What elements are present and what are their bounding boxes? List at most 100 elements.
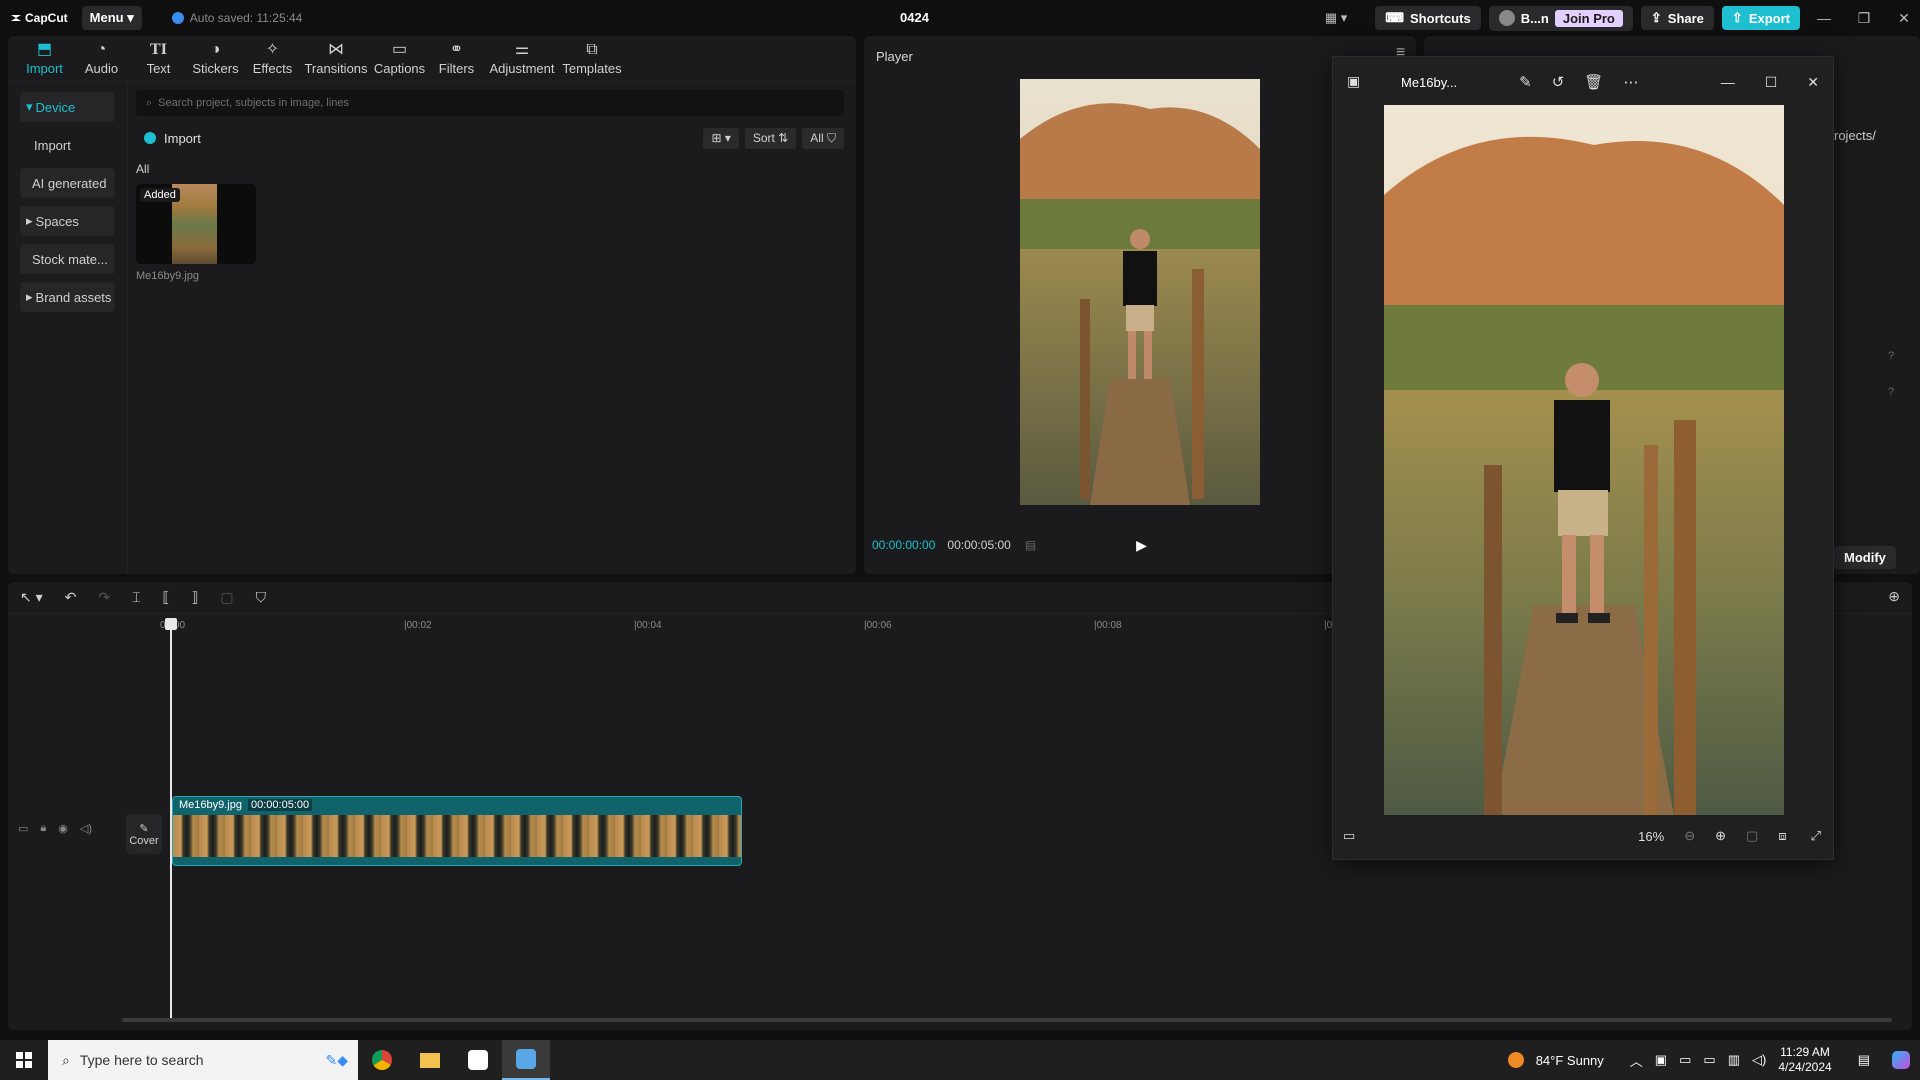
zoom-out-icon[interactable]: ⊖: [1684, 828, 1695, 844]
sidebar-item-ai-generated[interactable]: AI generated: [20, 168, 115, 198]
edit-image-icon[interactable]: ✎: [1519, 73, 1532, 91]
eye-icon[interactable]: ◉: [58, 822, 68, 835]
network-icon[interactable]: ▥: [1728, 1052, 1740, 1068]
sidebar-item-label: Import: [34, 137, 71, 153]
close-icon[interactable]: ✕: [1807, 74, 1819, 91]
timeline-grid-icon[interactable]: ▤: [1025, 538, 1036, 552]
battery-icon[interactable]: ▭: [1703, 1052, 1715, 1068]
gallery-icon[interactable]: ▣: [1347, 73, 1360, 90]
windows-start-icon[interactable]: [0, 1040, 48, 1080]
filter-button[interactable]: All ⛉: [802, 127, 844, 149]
tab-import[interactable]: ⬒ Import: [16, 36, 73, 81]
close-icon[interactable]: ✕: [1888, 10, 1920, 27]
file-explorer-icon[interactable]: [406, 1040, 454, 1080]
tab-stickers[interactable]: ◑ Stickers: [187, 36, 244, 81]
help-icon[interactable]: ?: [1888, 386, 1894, 398]
export-label: Export: [1748, 10, 1790, 26]
clock[interactable]: 11:29 AM 4/24/2024: [1778, 1045, 1831, 1075]
maximize-icon[interactable]: ☐: [1765, 74, 1778, 91]
tab-label: Templates: [562, 61, 622, 76]
delete-icon[interactable]: ▢: [220, 589, 233, 606]
weather-text[interactable]: 84°F Sunny: [1536, 1053, 1604, 1068]
display-icon[interactable]: ▭: [1679, 1052, 1691, 1068]
lock-icon[interactable]: 🔒︎: [40, 822, 46, 835]
menu-label: Menu: [89, 10, 124, 25]
help-icon[interactable]: ?: [1888, 350, 1894, 362]
marker-icon[interactable]: ⛉: [256, 589, 267, 606]
autosave-text: Auto saved: 11:25:44: [189, 11, 303, 25]
speaker-icon[interactable]: ◁): [80, 822, 92, 835]
account-button[interactable]: B...n Join Pro: [1488, 5, 1633, 31]
cloud-saved-icon: [171, 12, 184, 24]
current-timecode: 00:00:00:00: [872, 538, 936, 552]
volume-icon[interactable]: ◁): [1752, 1052, 1766, 1068]
zoom-level[interactable]: 16%: [1638, 829, 1664, 844]
select-tool-icon[interactable]: ↖ ▾: [20, 589, 43, 606]
join-pro-button[interactable]: Join Pro: [1554, 9, 1623, 27]
tab-text[interactable]: TI Text: [130, 36, 187, 81]
rotate-icon[interactable]: ↺: [1552, 73, 1565, 91]
minimize-icon[interactable]: —: [1808, 10, 1840, 26]
tab-filters[interactable]: ⚭ Filters: [428, 36, 485, 81]
split-icon[interactable]: ⌶: [132, 589, 140, 606]
share-icon: ⇪: [1650, 10, 1662, 25]
share-button[interactable]: ⇪ Share: [1640, 6, 1714, 30]
redo-icon[interactable]: ↷: [98, 589, 110, 606]
actual-size-icon[interactable]: ⧈: [1778, 828, 1786, 844]
copilot-icon[interactable]: [1892, 1051, 1910, 1069]
menu-button[interactable]: Menu ▾: [81, 6, 142, 30]
timeline-clip[interactable]: Me16by9.jpg 00:00:05:00: [172, 796, 742, 866]
fit-icon[interactable]: ▢: [1746, 828, 1758, 844]
shortcuts-button[interactable]: ⌨ Shortcuts: [1375, 6, 1481, 30]
view-toggle-button[interactable]: ⊞ ▾: [703, 127, 739, 149]
tab-audio[interactable]: ◔ Audio: [73, 36, 130, 81]
split-left-icon[interactable]: ⟦: [163, 589, 170, 606]
zoom-in-icon[interactable]: ⊕: [1888, 588, 1900, 605]
filmstrip-icon[interactable]: ▭: [1343, 828, 1355, 844]
camera-icon[interactable]: ▣: [1655, 1052, 1667, 1068]
export-button[interactable]: ⇧ Export: [1721, 6, 1800, 30]
media-item[interactable]: Added: [136, 184, 256, 264]
tab-label: Transitions: [304, 61, 368, 76]
viewer-image[interactable]: [1384, 105, 1784, 815]
tab-effects[interactable]: ✧ Effects: [244, 36, 301, 81]
weather-icon[interactable]: [1507, 1052, 1524, 1068]
layout-icon[interactable]: ▦ ▾: [1325, 10, 1347, 26]
clip-label: Me16by9.jpg 00:00:05:00: [179, 799, 313, 811]
minimize-icon[interactable]: —: [1721, 74, 1735, 91]
photos-app-icon[interactable]: [502, 1040, 550, 1080]
delete-icon[interactable]: 🗑︎: [1584, 73, 1603, 91]
track-thumbnail-icon[interactable]: ▭: [18, 822, 28, 835]
cover-button[interactable]: ✎ Cover: [126, 814, 162, 854]
tab-templates[interactable]: ⧉ Templates: [559, 36, 625, 81]
tab-adjustment[interactable]: ⚌ Adjustment: [485, 36, 559, 81]
restore-icon[interactable]: ❐: [1848, 10, 1880, 27]
tab-transitions[interactable]: ⋈ Transitions: [301, 36, 371, 81]
play-icon[interactable]: ▶: [1136, 537, 1147, 554]
playhead[interactable]: [165, 618, 177, 1020]
capcut-app-icon[interactable]: [454, 1040, 502, 1080]
notifications-icon[interactable]: ▤: [1858, 1052, 1870, 1068]
import-button[interactable]: Import: [136, 131, 201, 146]
undo-icon[interactable]: ↶: [65, 589, 77, 606]
chevron-up-icon[interactable]: ︿: [1630, 1051, 1643, 1070]
sidebar-item-spaces[interactable]: ▸ Spaces: [20, 206, 115, 236]
zoom-in-icon[interactable]: ⊕: [1715, 828, 1726, 844]
media-sidebar: ▾ Device Import AI generated ▸ Spaces St…: [8, 82, 128, 574]
sort-button[interactable]: Sort ⇅: [744, 127, 797, 149]
player-preview[interactable]: [1020, 79, 1260, 505]
sidebar-item-import[interactable]: Import: [20, 130, 115, 160]
taskbar-search-input[interactable]: ⌕ Type here to search ✎◆: [48, 1040, 358, 1080]
timeline-scrollbar[interactable]: [122, 1018, 1892, 1022]
sidebar-item-brand-assets[interactable]: ▸ Brand assets: [20, 282, 115, 312]
media-search-input[interactable]: ⌕ Search project, subjects in image, lin…: [136, 90, 844, 116]
sidebar-item-device[interactable]: ▾ Device: [20, 92, 115, 122]
modify-button[interactable]: Modify: [1834, 546, 1896, 569]
more-icon[interactable]: ⋯: [1623, 73, 1638, 91]
chrome-icon[interactable]: [358, 1040, 406, 1080]
project-title[interactable]: 0424: [900, 10, 929, 25]
split-right-icon[interactable]: ⟧: [191, 589, 198, 606]
sidebar-item-stock-material[interactable]: Stock mate...: [20, 244, 115, 274]
fullscreen-icon[interactable]: ⤢: [1811, 828, 1821, 844]
tab-captions[interactable]: ▭ Captions: [371, 36, 428, 81]
